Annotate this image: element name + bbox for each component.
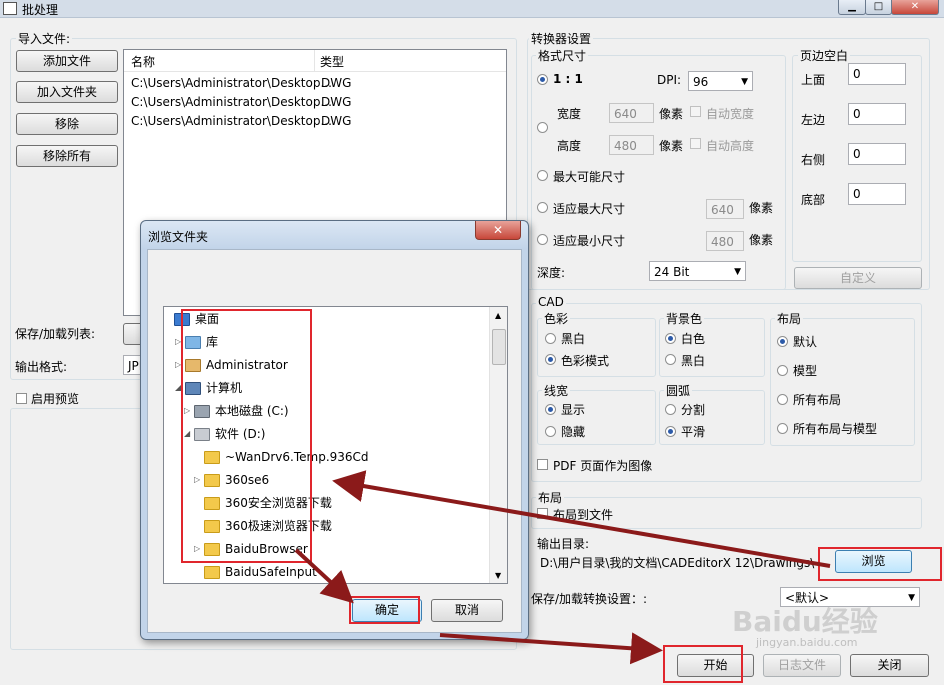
arrow-tree-to-ok [294,548,354,604]
watermark-brand: Baidu经验 [732,605,878,638]
watermark-url: jingyan.baidu.com [756,636,858,649]
arrow-ok-to-start [439,632,663,665]
annotation-arrows [294,470,831,665]
arrow-browse-to-tree [332,470,831,568]
